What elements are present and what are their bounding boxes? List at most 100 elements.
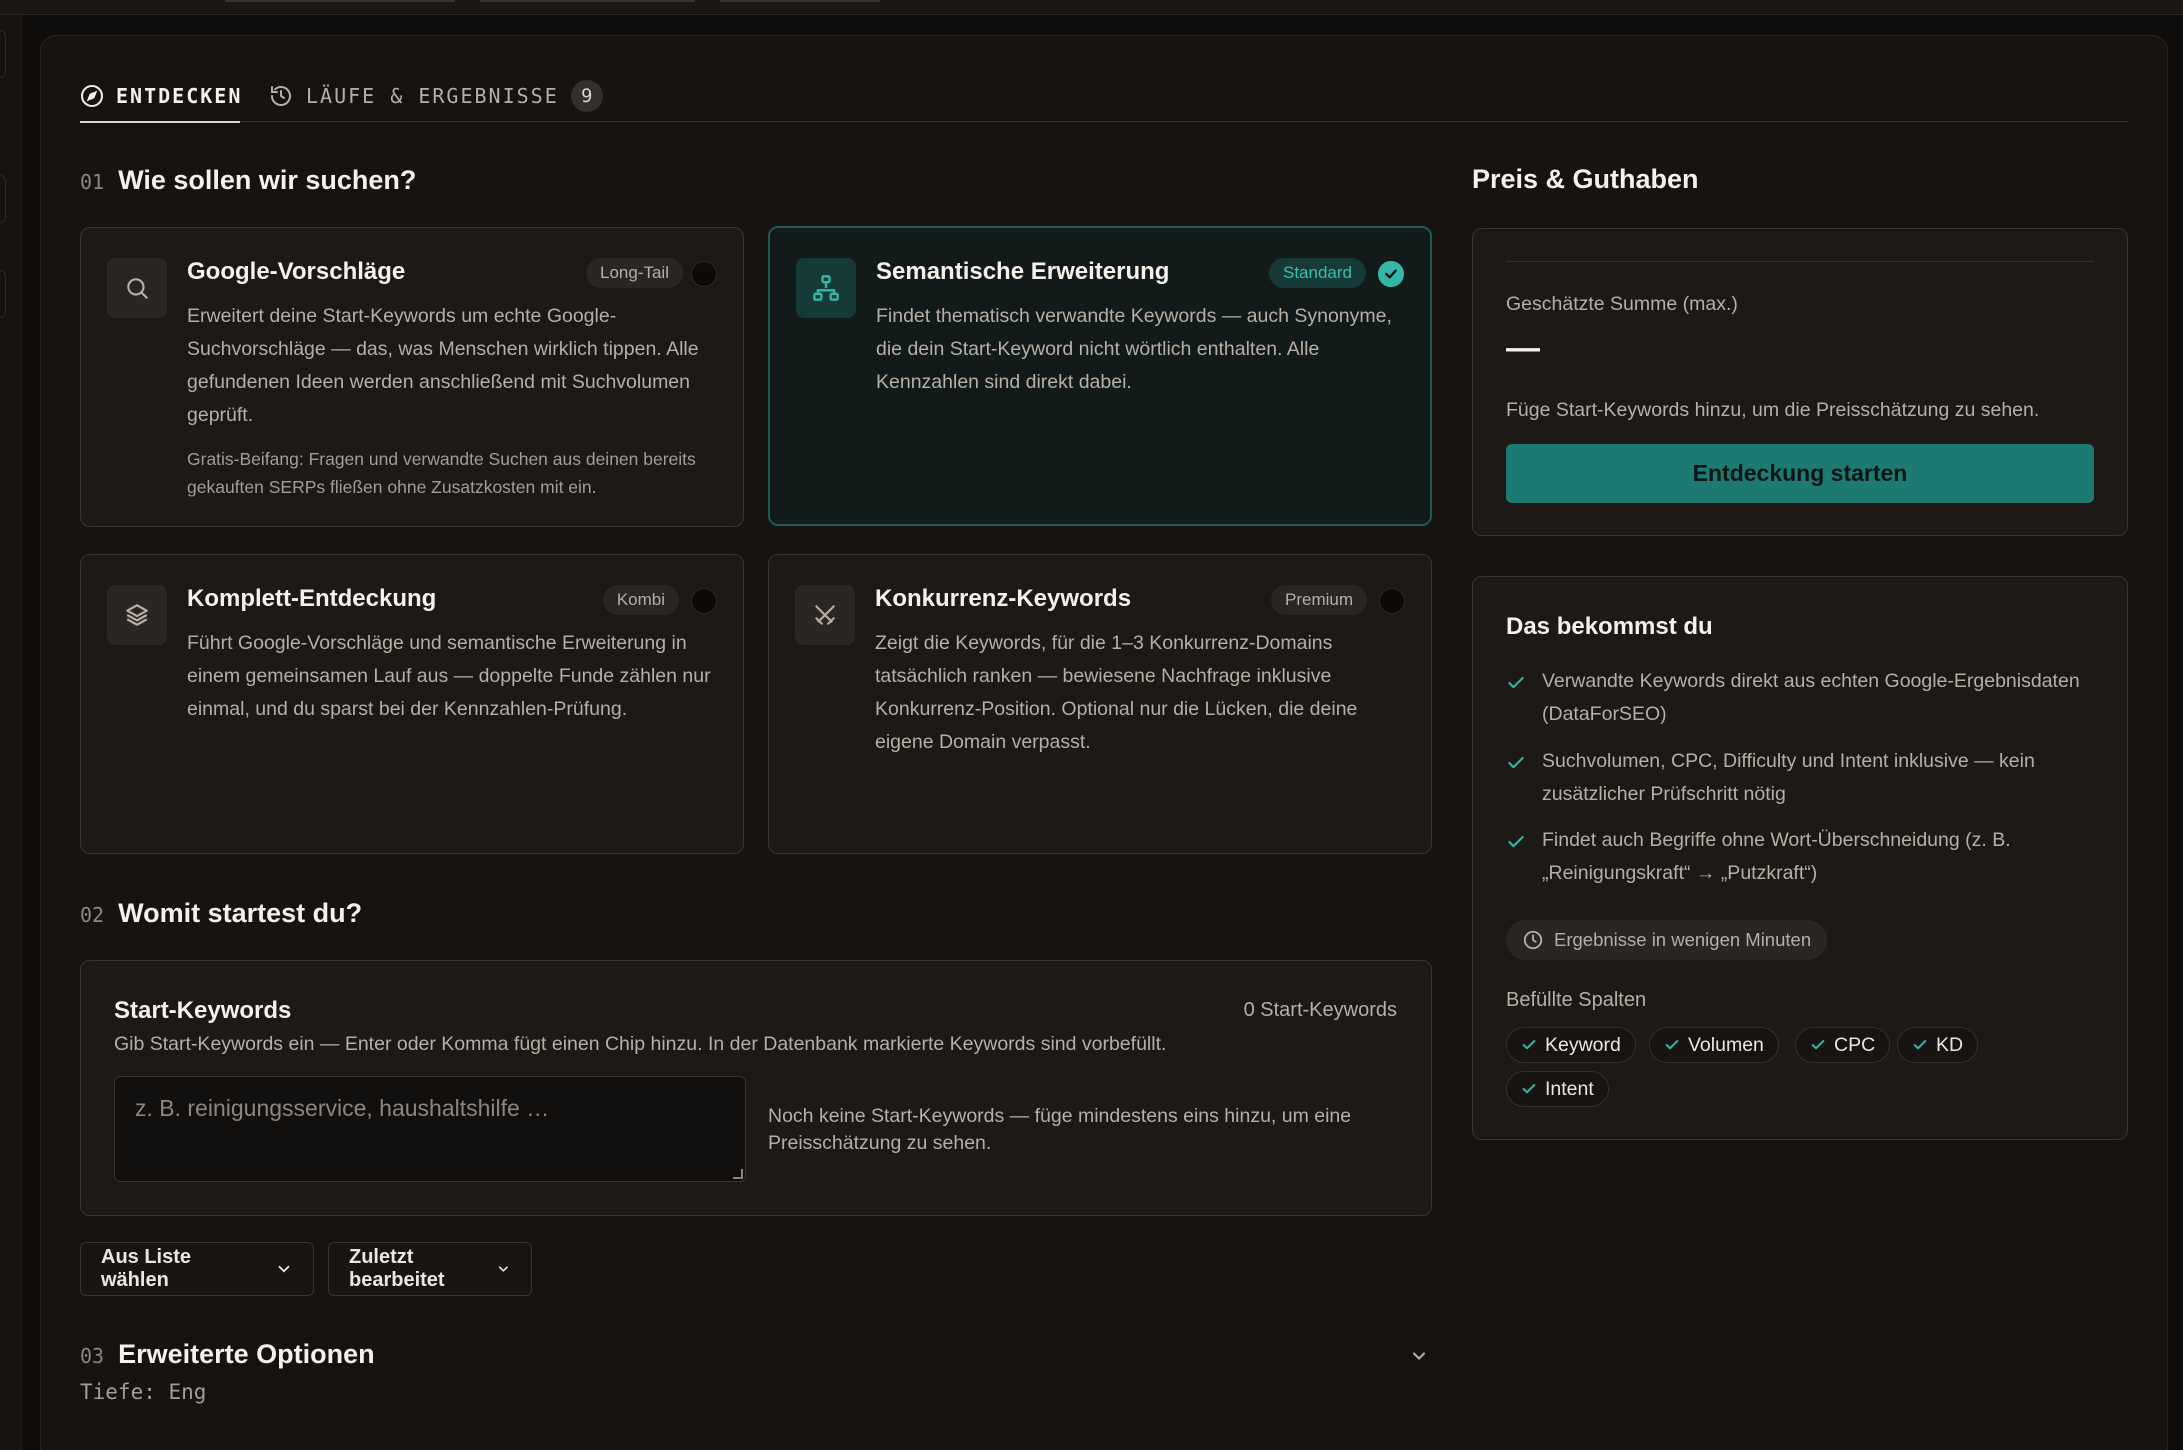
benefit-text: Findet auch Begriffe ohne Wort-Überschne…	[1542, 829, 2011, 884]
search-icon	[107, 258, 167, 318]
choose-from-list-button[interactable]: Aus Liste wählen	[80, 1242, 314, 1296]
method-badge: Long-Tail	[586, 258, 683, 288]
divider	[1506, 261, 2094, 262]
method-badge: Kombi	[602, 585, 679, 615]
swords-icon	[795, 585, 855, 645]
column-chip: Keyword	[1506, 1027, 1636, 1063]
filled-columns-label: Befüllte Spalten	[1506, 989, 1647, 1011]
method-description: Findet thematisch verwandte Keywords — a…	[876, 305, 1392, 393]
benefit-text: Suchvolumen, CPC, Difficulty und Intent …	[1542, 750, 2035, 805]
tab-runs-label: LÄUFE & ERGEBNISSE	[306, 84, 559, 108]
section-title: Wie sollen wir suchen?	[118, 165, 417, 195]
check-icon	[1506, 824, 1528, 890]
method-radio[interactable]	[691, 261, 717, 287]
top-strip	[0, 0, 2183, 15]
resize-handle-icon[interactable]	[733, 1169, 743, 1179]
start-keywords-input[interactable]: z. B. reinigungsservice, haushaltshilfe …	[114, 1076, 746, 1182]
chevron-down-icon	[499, 1266, 509, 1272]
method-description: Führt Google-Vorschläge und semantische …	[187, 632, 711, 720]
benefit-text: Verwandte Keywords direkt aus echten Goo…	[1542, 670, 2080, 725]
button-label: Zuletzt bearbeitet	[349, 1246, 445, 1291]
benefit-item: Suchvolumen, CPC, Difficulty und Intent …	[1506, 745, 2106, 811]
check-icon	[1506, 745, 1528, 811]
start-keywords-count: 0 Start-Keywords	[1243, 999, 1397, 1021]
tab-bar: ENTDECKEN LÄUFE & ERGEBNISSE 9	[80, 70, 2128, 123]
method-badge: Premium	[1270, 585, 1367, 615]
time-estimate-badge: Ergebnisse in wenigen Minuten	[1506, 920, 1828, 960]
button-label: Aus Liste wählen	[101, 1246, 192, 1291]
check-icon	[1913, 1040, 1927, 1050]
method-note: Gratis-Beifang: Fragen und verwandte Suc…	[187, 449, 696, 497]
check-icon	[1385, 269, 1397, 279]
start-keywords-title: Start-Keywords	[114, 997, 292, 1024]
column-chip-label: Intent	[1545, 1077, 1594, 1100]
method-title: Google-Vorschläge	[187, 258, 406, 285]
benefit-item: Findet auch Begriffe ohne Wort-Überschne…	[1506, 824, 2106, 890]
sidebar-handle[interactable]	[0, 30, 6, 78]
method-radio[interactable]	[691, 588, 717, 614]
section-start-heading: 02 Womit startest du?	[80, 898, 362, 929]
start-discovery-button[interactable]: Entdeckung starten	[1506, 444, 2094, 503]
check-icon	[1811, 1040, 1825, 1050]
section-title: Womit startest du?	[118, 898, 363, 928]
sidebar-handle[interactable]	[0, 270, 6, 318]
benefit-item: Verwandte Keywords direkt aus echten Goo…	[1506, 665, 2106, 731]
chevron-down-icon[interactable]	[1406, 1343, 1432, 1369]
sidebar-handle[interactable]	[0, 175, 6, 223]
top-tab-stub	[480, 0, 695, 2]
section-advanced-heading[interactable]: 03 Erweiterte Optionen	[80, 1339, 375, 1370]
input-placeholder: z. B. reinigungsservice, haushaltshilfe …	[135, 1095, 550, 1121]
check-icon	[1522, 1084, 1536, 1094]
check-icon	[1506, 665, 1528, 731]
section-search-method-heading: 01 Wie sollen wir suchen?	[80, 165, 416, 196]
chevron-down-icon	[278, 1265, 290, 1273]
check-icon	[1522, 1040, 1536, 1050]
column-chip-label: CPC	[1834, 1033, 1876, 1056]
layers-icon	[107, 585, 167, 645]
time-estimate-text: Ergebnisse in wenigen Minuten	[1554, 929, 1812, 950]
network-icon	[796, 258, 856, 318]
section-number: 01	[80, 170, 105, 194]
start-keywords-empty-state: Noch keine Start-Keywords — füge mindest…	[768, 1105, 1352, 1154]
method-card-semantic[interactable]: Semantische Erweiterung Standard Findet …	[768, 226, 1432, 526]
start-keywords-panel: Start-Keywords 0 Start-Keywords Gib Star…	[80, 960, 1432, 1216]
method-radio[interactable]	[1379, 588, 1405, 614]
method-card-competitor[interactable]: Konkurrenz-Keywords Premium Zeigt die Ke…	[768, 554, 1432, 854]
estimated-total-value: —	[1506, 329, 1540, 367]
column-chip: Intent	[1506, 1071, 1609, 1107]
start-keywords-help: Gib Start-Keywords ein — Enter oder Komm…	[114, 1033, 1167, 1055]
column-chip: CPC	[1795, 1027, 1891, 1063]
history-icon	[268, 83, 294, 109]
left-sidebar	[0, 15, 22, 1450]
price-hint: Füge Start-Keywords hinzu, um die Preiss…	[1506, 399, 2040, 421]
top-tab-stub	[225, 0, 455, 2]
column-chip-label: Volumen	[1688, 1033, 1764, 1056]
method-card-complete[interactable]: Komplett-Entdeckung Kombi Führt Google-V…	[80, 554, 744, 854]
column-chip-label: KD	[1936, 1033, 1964, 1056]
tab-discover-label: ENTDECKEN	[116, 84, 243, 108]
method-radio-checked[interactable]	[1378, 261, 1404, 287]
top-tab-stub	[720, 0, 880, 2]
method-description: Erweitert deine Start-Keywords um echte …	[187, 305, 699, 426]
tab-discover[interactable]: ENTDECKEN	[80, 70, 243, 123]
section-number: 02	[80, 903, 105, 927]
runs-count-badge: 9	[570, 80, 603, 112]
method-description: Zeigt die Keywords, für die 1–3 Konkurre…	[875, 632, 1358, 753]
price-panel: Geschätzte Summe (max.) — Füge Start-Key…	[1472, 228, 2128, 536]
method-title: Semantische Erweiterung	[876, 258, 1170, 285]
benefits-panel: Das bekommst du Verwandte Keywords direk…	[1472, 576, 2128, 1140]
benefits-title: Das bekommst du	[1506, 613, 1713, 640]
recently-edited-button[interactable]: Zuletzt bearbeitet	[328, 1242, 532, 1296]
method-card-google-suggest[interactable]: Google-Vorschläge Long-Tail Erweitert de…	[80, 227, 744, 527]
section-number: 03	[80, 1344, 105, 1368]
section-title: Erweiterte Optionen	[118, 1339, 375, 1369]
tab-runs[interactable]: LÄUFE & ERGEBNISSE 9	[268, 70, 603, 122]
depth-summary: Tiefe: Eng	[80, 1380, 207, 1404]
column-chip: Volumen	[1649, 1027, 1779, 1063]
check-icon	[1665, 1040, 1679, 1050]
method-title: Komplett-Entdeckung	[187, 585, 437, 612]
method-badge: Standard	[1269, 258, 1366, 288]
method-title: Konkurrenz-Keywords	[875, 585, 1132, 612]
compass-icon	[80, 83, 104, 109]
estimated-total-label: Geschätzte Summe (max.)	[1506, 293, 1738, 315]
